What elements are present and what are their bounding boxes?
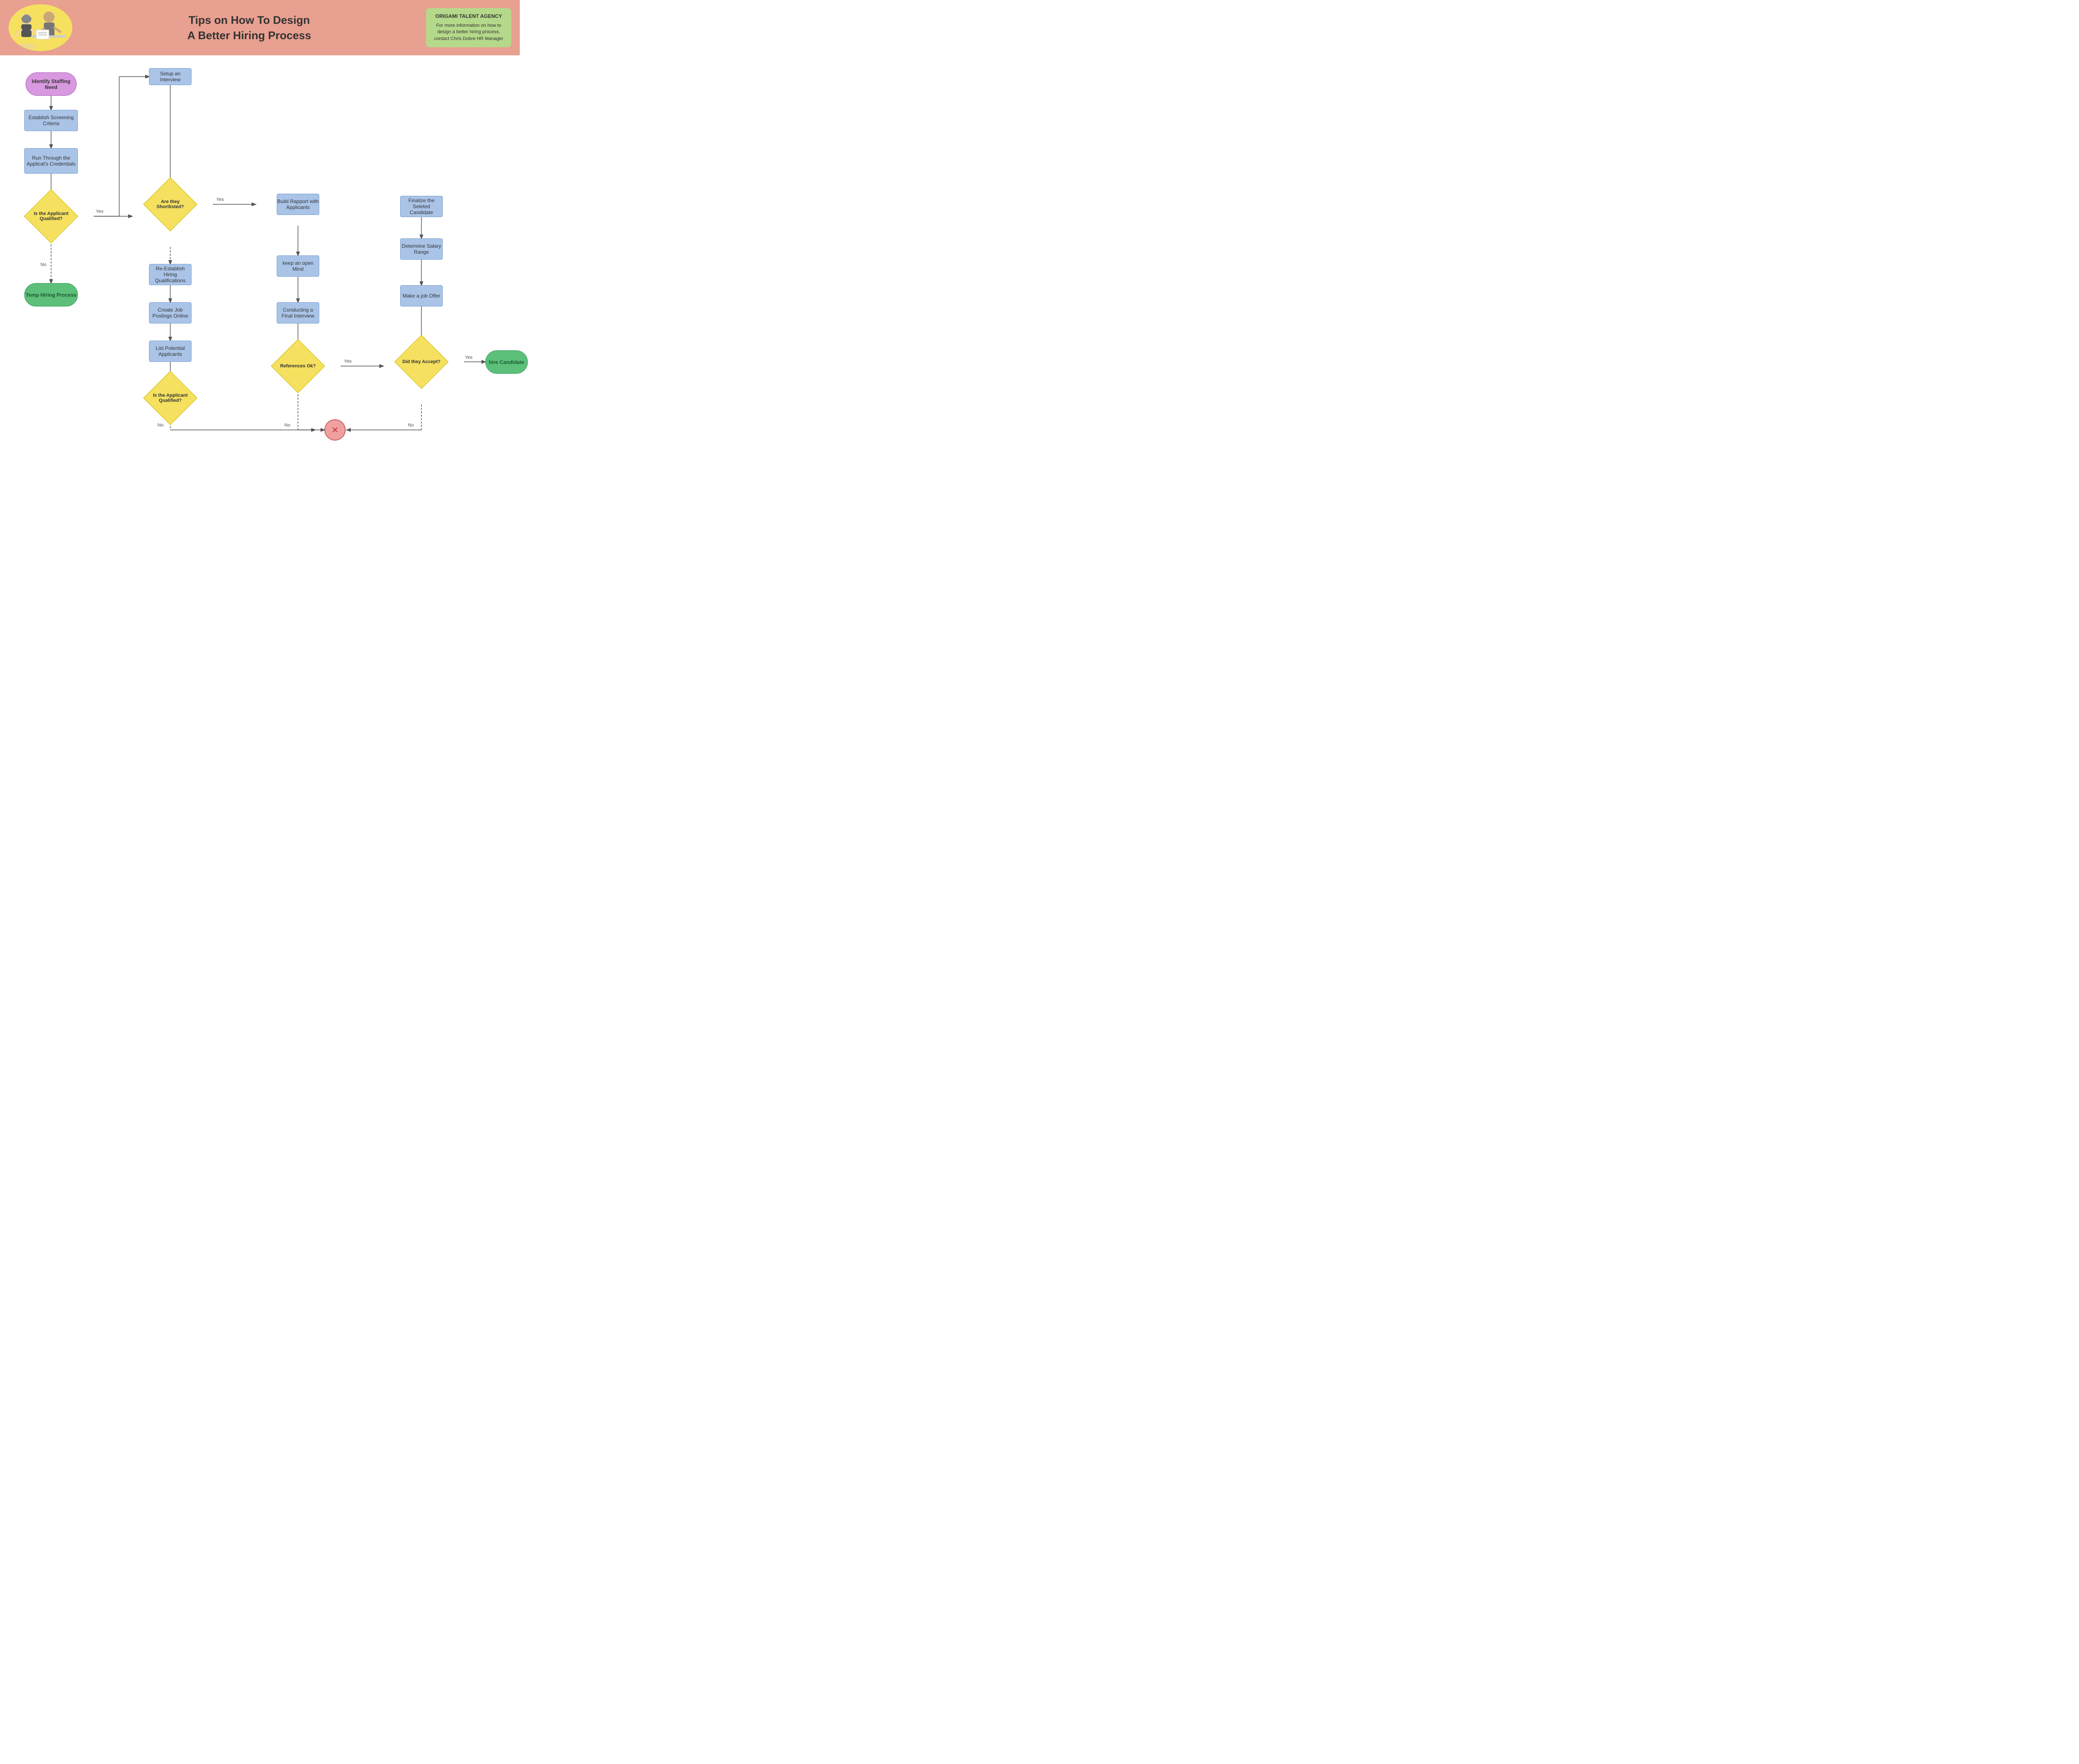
svg-text:No: No — [158, 423, 163, 428]
svg-text:Yes: Yes — [96, 209, 103, 214]
flowchart: No Yes Yes No Yes — [0, 60, 520, 443]
determine-salary: Determine Salary Range — [400, 238, 443, 260]
final-interview: Conducting a Final Interview — [277, 302, 319, 324]
header-title: Tips on How To Design A Better Hiring Pr… — [72, 12, 426, 43]
list-potential-applicants: List Potential Applicants — [149, 341, 192, 362]
re-establish-hiring: Re-Establish Hiring Qualifications — [149, 264, 192, 285]
header: Tips on How To Design A Better Hiring Pr… — [0, 0, 520, 55]
run-through-credentials: Run Through the Applicat's Credentials — [24, 148, 78, 174]
svg-text:Yes: Yes — [344, 359, 352, 364]
svg-text:Yes: Yes — [465, 355, 472, 360]
svg-text:Yes: Yes — [216, 197, 224, 202]
finalize-candidate: Finalize the Seleted Candidate — [400, 196, 443, 217]
header-illustration — [9, 4, 72, 51]
agency-name: ORIGAMI TALENT AGENCY — [433, 13, 504, 19]
identify-staffing-need: Identify Staffing Need — [26, 72, 77, 96]
keep-open-mind: keep an open Mind — [277, 255, 319, 277]
build-rapport: Build Rapport with Applicants — [277, 194, 319, 215]
svg-text:No: No — [40, 262, 46, 267]
svg-text:No: No — [408, 423, 414, 428]
make-job-offer: Make a job Offer — [400, 285, 443, 306]
create-job-postings: Create Job Postings Online — [149, 302, 192, 324]
shortlisted-diamond: Are they Shortlisted? — [149, 183, 192, 226]
accept-diamond: Did they Accept? — [400, 341, 443, 383]
svg-text:No: No — [284, 423, 290, 428]
qualified-diamond-1: Is the Applicant Qualified? — [30, 195, 72, 238]
references-diamond: References Ok? — [277, 345, 319, 387]
setup-interview: Setup an Interview — [149, 68, 192, 85]
header-title-block: Tips on How To Design A Better Hiring Pr… — [72, 12, 426, 43]
qualified-diamond-2: Is the Applicant Qualified? — [149, 377, 192, 419]
temp-hiring-process: Temp Hiring Process — [24, 283, 78, 306]
header-info-box: ORIGAMI TALENT AGENCY For more informati… — [426, 8, 511, 47]
hire-candidate: hire Candidate — [485, 350, 528, 374]
establish-screening-criteria: Establish Screening Criteria — [24, 110, 78, 131]
agency-desc: For more information on how to design a … — [433, 23, 504, 42]
reject-circle: ✕ — [324, 419, 346, 441]
